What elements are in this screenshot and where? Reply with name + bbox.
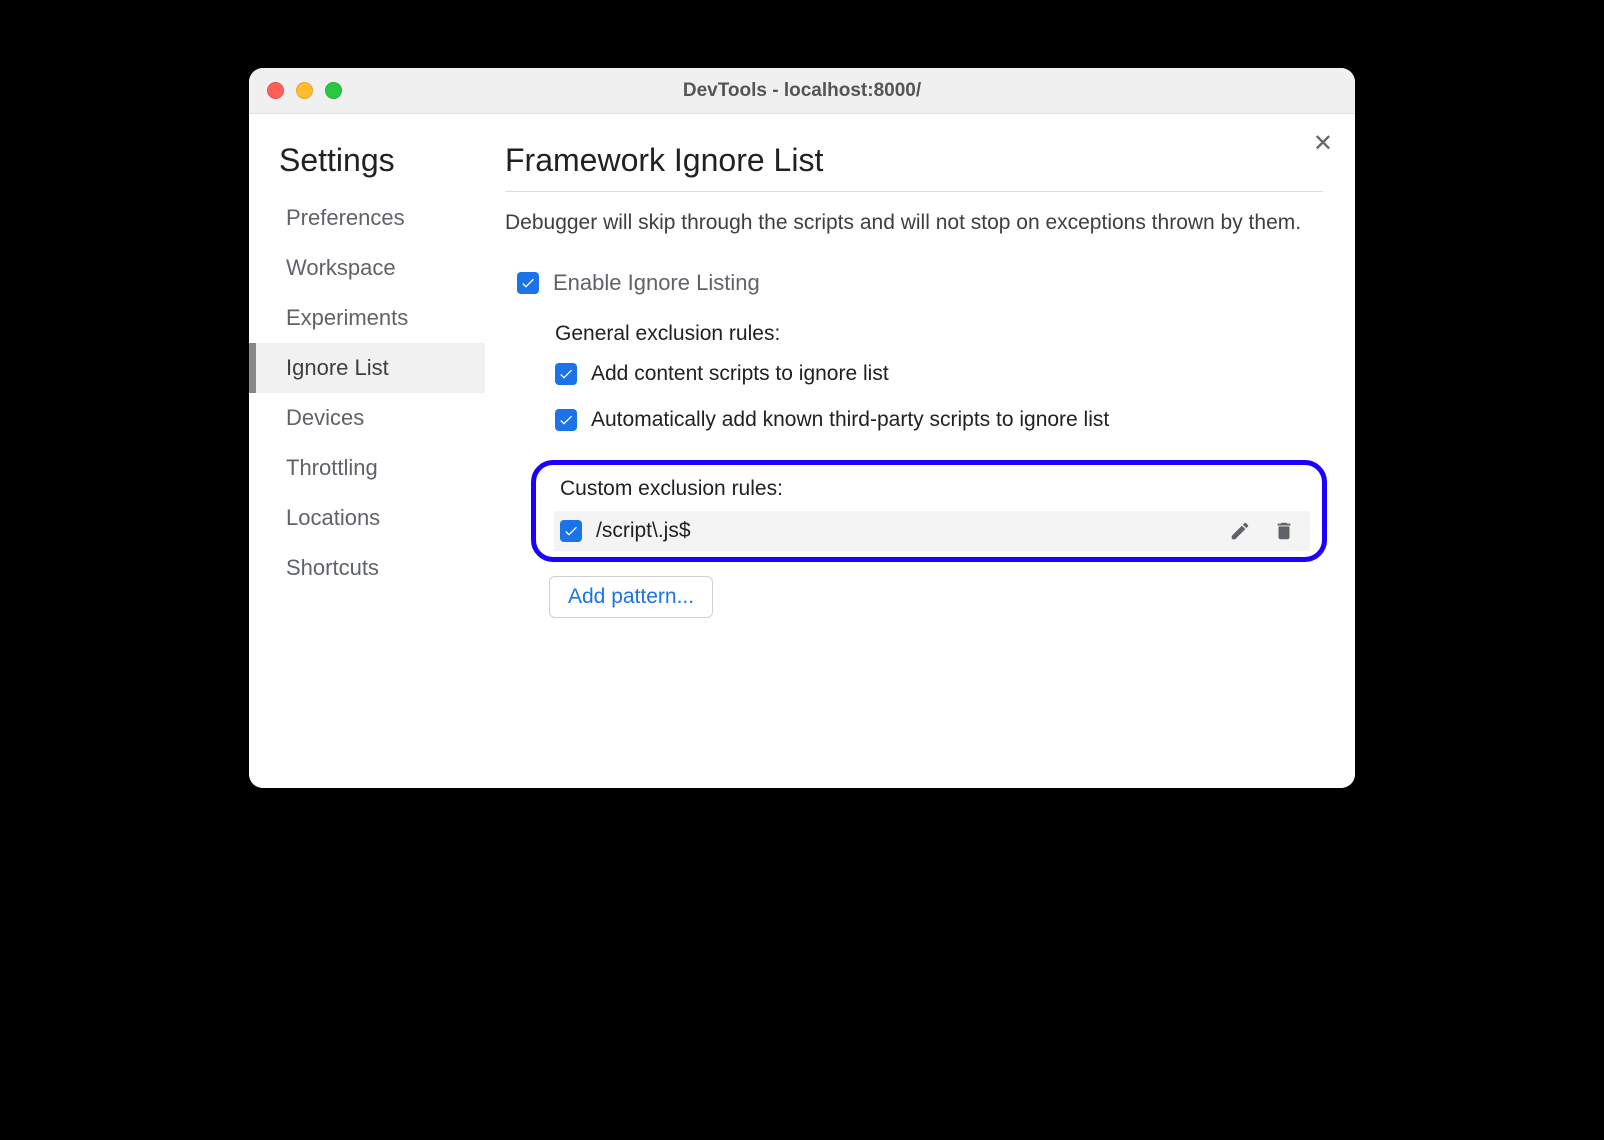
content-scripts-row[interactable]: Add content scripts to ignore list	[555, 362, 1323, 386]
enable-ignore-listing-label: Enable Ignore Listing	[553, 270, 760, 296]
custom-rule-pattern: /script\.js$	[596, 519, 1214, 543]
close-icon: ✕	[1313, 130, 1333, 157]
traffic-lights	[267, 82, 342, 99]
check-icon	[563, 523, 579, 539]
page-title: Framework Ignore List	[505, 142, 1323, 192]
general-rules-heading: General exclusion rules:	[555, 322, 1323, 346]
sidebar-item-shortcuts[interactable]: Shortcuts	[249, 543, 485, 593]
third-party-checkbox[interactable]	[555, 409, 577, 431]
enable-ignore-listing-checkbox[interactable]	[517, 272, 539, 294]
sidebar-item-ignore-list[interactable]: Ignore List	[249, 343, 485, 393]
sidebar-item-label: Throttling	[286, 455, 378, 480]
third-party-row[interactable]: Automatically add known third-party scri…	[555, 408, 1323, 432]
enable-ignore-listing-row[interactable]: Enable Ignore Listing	[517, 270, 1323, 296]
settings-main: Framework Ignore List Debugger will skip…	[485, 114, 1355, 788]
close-window-button[interactable]	[267, 82, 284, 99]
sidebar-item-preferences[interactable]: Preferences	[249, 193, 485, 243]
custom-rules-heading: Custom exclusion rules:	[560, 477, 1310, 501]
minimize-window-button[interactable]	[296, 82, 313, 99]
sidebar-item-experiments[interactable]: Experiments	[249, 293, 485, 343]
sidebar-item-locations[interactable]: Locations	[249, 493, 485, 543]
window-title: DevTools - localhost:8000/	[249, 80, 1355, 102]
edit-rule-button[interactable]	[1228, 519, 1252, 543]
rule-actions	[1228, 519, 1296, 543]
devtools-window: DevTools - localhost:8000/ ✕ Settings Pr…	[249, 68, 1355, 788]
trash-icon	[1273, 520, 1295, 542]
sidebar-item-label: Preferences	[286, 205, 405, 230]
add-pattern-button[interactable]: Add pattern...	[549, 576, 713, 618]
sidebar-item-workspace[interactable]: Workspace	[249, 243, 485, 293]
pencil-icon	[1229, 520, 1251, 542]
sidebar-item-throttling[interactable]: Throttling	[249, 443, 485, 493]
settings-sidebar: Settings Preferences Workspace Experimen…	[249, 114, 485, 788]
sidebar-item-devices[interactable]: Devices	[249, 393, 485, 443]
sidebar-item-label: Workspace	[286, 255, 396, 280]
delete-rule-button[interactable]	[1272, 519, 1296, 543]
sidebar-item-label: Experiments	[286, 305, 408, 330]
titlebar: DevTools - localhost:8000/	[249, 68, 1355, 114]
custom-rule-checkbox[interactable]	[560, 520, 582, 542]
check-icon	[558, 366, 574, 382]
page-description: Debugger will skip through the scripts a…	[505, 208, 1323, 238]
close-panel-button[interactable]: ✕	[1313, 132, 1333, 156]
content-scripts-label: Add content scripts to ignore list	[591, 362, 889, 386]
sidebar-item-label: Ignore List	[286, 355, 389, 380]
custom-rule-row: /script\.js$	[554, 511, 1310, 551]
sidebar-title: Settings	[249, 138, 485, 193]
sidebar-item-label: Shortcuts	[286, 555, 379, 580]
content-scripts-checkbox[interactable]	[555, 363, 577, 385]
third-party-label: Automatically add known third-party scri…	[591, 408, 1109, 432]
content-area: ✕ Settings Preferences Workspace Experim…	[249, 114, 1355, 788]
sidebar-item-label: Locations	[286, 505, 380, 530]
custom-rules-highlight: Custom exclusion rules: /script\.js$	[531, 460, 1327, 562]
maximize-window-button[interactable]	[325, 82, 342, 99]
add-pattern-label: Add pattern...	[568, 585, 694, 608]
check-icon	[520, 275, 536, 291]
check-icon	[558, 412, 574, 428]
sidebar-item-label: Devices	[286, 405, 364, 430]
